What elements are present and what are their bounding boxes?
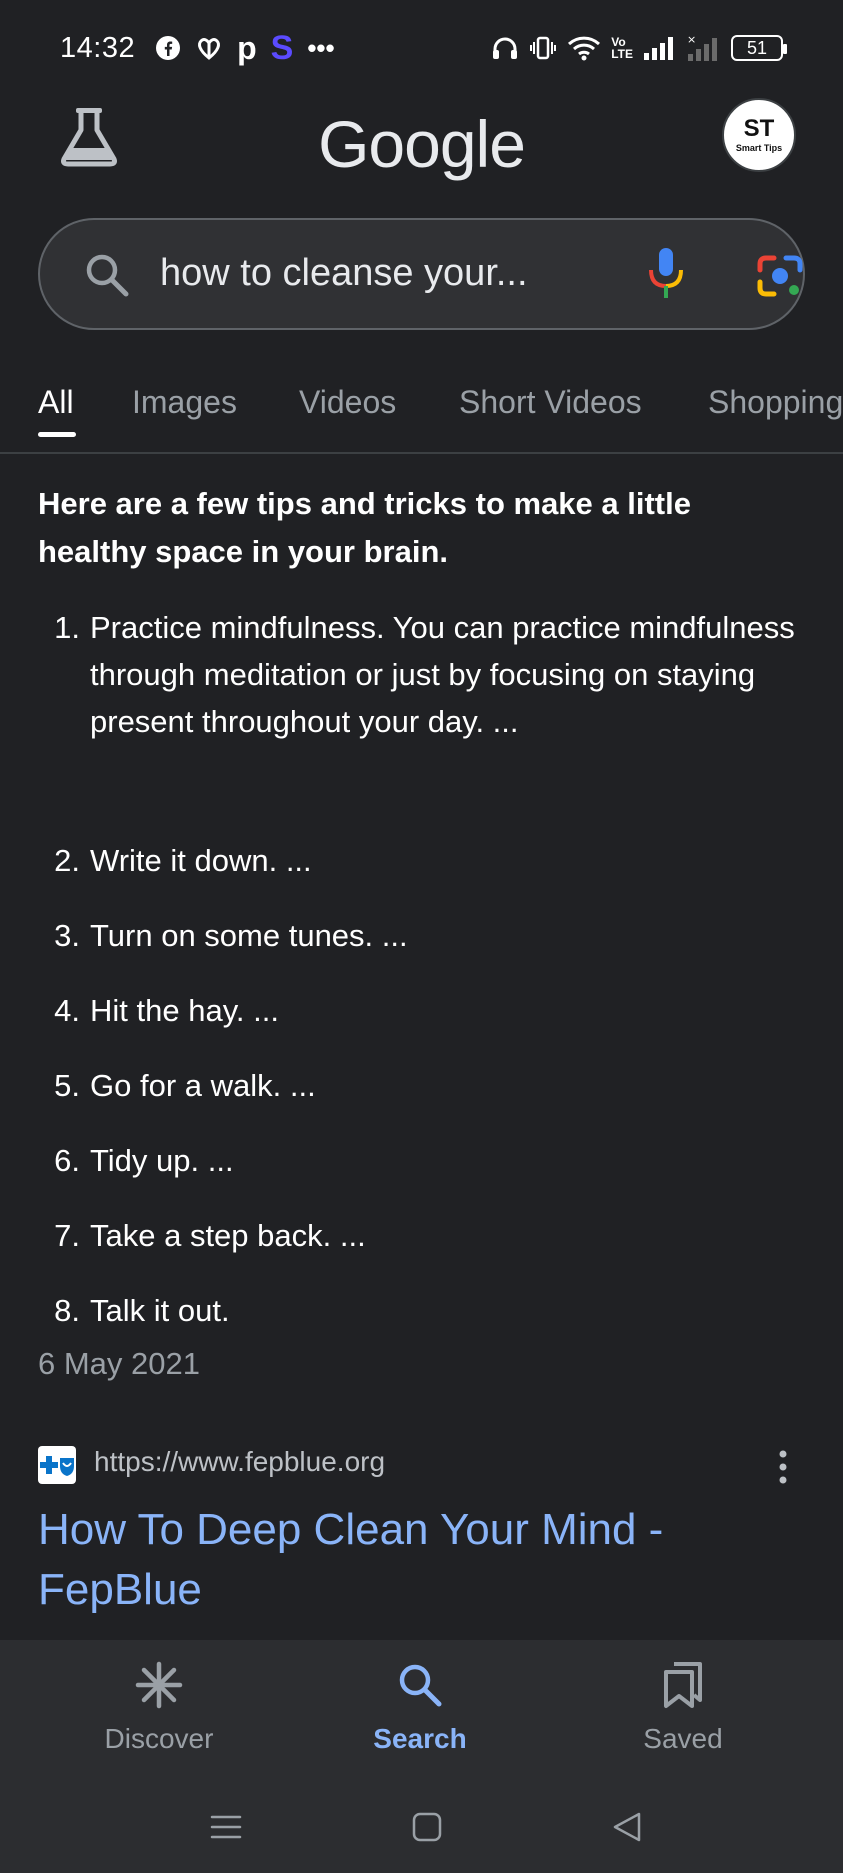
system-nav-bar [0, 1785, 843, 1873]
list-item: 6. Tidy up. ... [38, 1137, 798, 1184]
list-item: 7. Take a step back. ... [38, 1212, 798, 1259]
more-vert-icon[interactable] [778, 1450, 788, 1489]
featured-snippet: Here are a few tips and tricks to make a… [38, 480, 808, 576]
tab-shopping[interactable]: Shopping [708, 384, 843, 421]
mic-icon[interactable] [646, 246, 686, 307]
list-item-number: 1. [54, 610, 80, 645]
bottom-nav: Discover Search Saved [0, 1640, 843, 1785]
nav-discover-label: Discover [104, 1723, 214, 1754]
nav-saved-label: Saved [643, 1723, 723, 1754]
list-item: 5. Go for a walk. ... [38, 1062, 798, 1109]
list-item: 1. Practice mindfulness. You can practic… [38, 604, 798, 745]
list-item-number: 7. [54, 1218, 80, 1253]
headphones-icon [491, 35, 519, 61]
snippet-intro: Here are a few tips and tricks to make a… [38, 486, 691, 569]
snippet-date: 6 May 2021 [38, 1346, 200, 1381]
result-title-link[interactable]: How To Deep Clean Your Mind - FepBlue [38, 1500, 778, 1620]
search-icon [395, 1660, 445, 1717]
active-tab-indicator [38, 432, 76, 437]
list-item-number: 8. [54, 1293, 80, 1328]
list-item-text: Go for a walk. ... [90, 1068, 316, 1103]
list-item-number: 6. [54, 1143, 80, 1178]
avatar[interactable]: ST Smart Tips [722, 98, 796, 172]
signal-no-service-icon: × [687, 34, 721, 62]
svg-text:×: × [687, 34, 696, 46]
more-dots-icon: ••• [307, 32, 335, 63]
vibrate-icon [529, 35, 557, 61]
search-box[interactable]: how to cleanse your... [38, 218, 805, 330]
google-logo: Google [318, 107, 526, 181]
saved-bookmarks-icon [658, 1660, 708, 1717]
list-item-number: 3. [54, 918, 80, 953]
list-item: 8. Talk it out. [38, 1287, 798, 1334]
list-item: 2. Write it down. ... [38, 837, 798, 884]
list-item-text: Take a step back. ... [90, 1218, 366, 1253]
list-item-number: 4. [54, 993, 80, 1028]
list-item: 4. Hit the hay. ... [38, 987, 798, 1034]
back-icon[interactable] [611, 1811, 643, 1848]
list-item-text: Write it down. ... [90, 843, 312, 878]
nav-saved[interactable]: Saved [583, 1660, 783, 1755]
p-app-icon: p [237, 29, 257, 66]
fepblue-favicon-icon [38, 1446, 76, 1484]
list-item-text: Practice mindfulness. You can practice m… [90, 610, 795, 739]
s-app-icon: S [270, 28, 294, 67]
list-item-number: 5. [54, 1068, 80, 1103]
status-time: 14:32 [60, 31, 136, 64]
lens-camera-icon[interactable] [756, 252, 804, 305]
tab-all[interactable]: All [38, 384, 74, 421]
signal-icon [643, 35, 677, 61]
menu-icon[interactable] [210, 1811, 242, 1848]
header: Google ST Smart Tips [0, 96, 843, 206]
nav-search[interactable]: Search [320, 1660, 520, 1755]
home-icon[interactable] [411, 1811, 443, 1848]
list-item-text: Hit the hay. ... [90, 993, 279, 1028]
battery-level: 51 [746, 37, 768, 58]
volte-icon: Vo LTE [611, 35, 633, 61]
battery-icon: 51 [731, 35, 787, 61]
heart-app-icon [195, 34, 223, 62]
avatar-mark: ST [743, 115, 775, 142]
facebook-icon [155, 35, 181, 61]
list-item-text: Turn on some tunes. ... [90, 918, 408, 953]
avatar-text: Smart Tips [735, 143, 783, 153]
tab-videos[interactable]: Videos [299, 384, 396, 421]
search-tabs: All Images Videos Short Videos Shopping [0, 370, 843, 454]
status-bar: 14:32 p S ••• Vo LTE × 51 [0, 0, 843, 96]
list-item-number: 2. [54, 843, 80, 878]
tab-short-videos[interactable]: Short Videos [459, 384, 642, 421]
nav-search-label: Search [373, 1723, 467, 1754]
result-url[interactable]: https://www.fepblue.org [94, 1446, 385, 1478]
list-item-text: Talk it out. [90, 1293, 230, 1328]
wifi-icon [567, 34, 601, 62]
list-item-text: Tidy up. ... [90, 1143, 234, 1178]
search-query[interactable]: how to cleanse your... [160, 252, 528, 295]
tab-images[interactable]: Images [132, 384, 237, 421]
nav-discover[interactable]: Discover [59, 1660, 259, 1755]
search-icon [84, 252, 130, 303]
discover-asterisk-icon [134, 1660, 184, 1717]
list-item: 3. Turn on some tunes. ... [38, 912, 798, 959]
